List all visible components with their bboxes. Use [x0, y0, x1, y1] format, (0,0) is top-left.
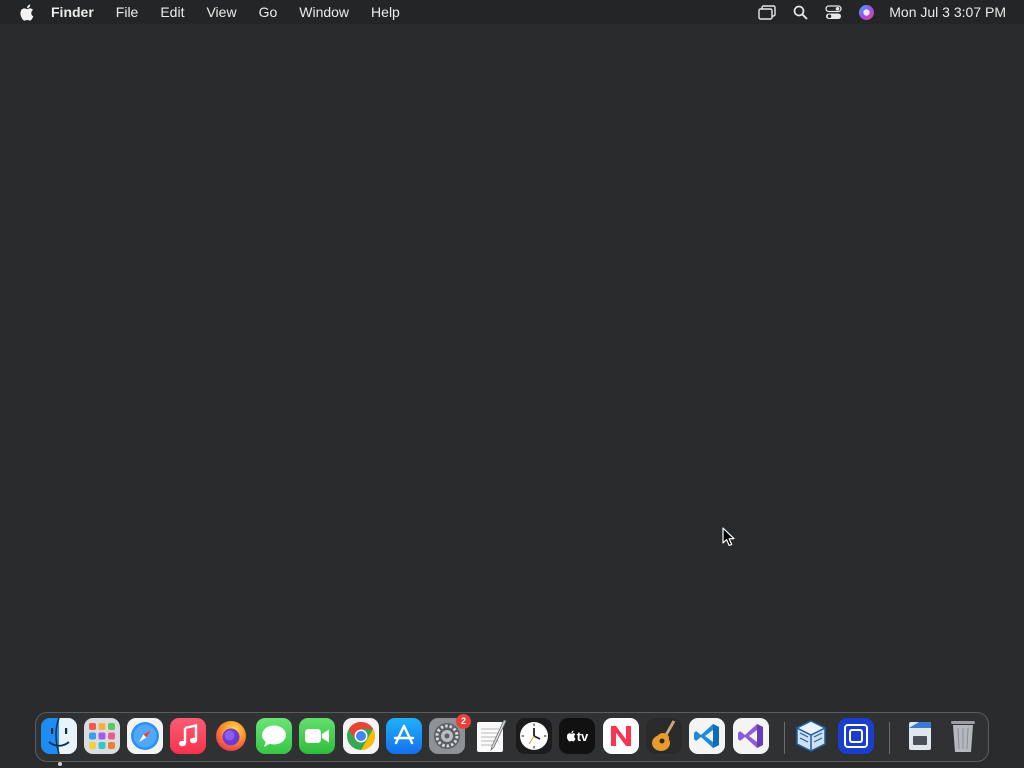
- menu-bar-left: Finder File Edit View Go Window Help: [0, 0, 422, 24]
- stage-manager-icon[interactable]: [756, 1, 778, 23]
- menu-bar-clock[interactable]: Mon Jul 3 3:07 PM: [889, 4, 1006, 20]
- dock-divider-trash: [889, 722, 890, 754]
- control-center-icon[interactable]: [822, 1, 844, 23]
- menu-window[interactable]: Window: [299, 4, 349, 20]
- music-icon: [170, 718, 206, 754]
- menu-edit[interactable]: Edit: [160, 4, 184, 20]
- messages-icon: [256, 718, 292, 754]
- trash-icon: [945, 718, 981, 754]
- firefox-icon: [213, 718, 249, 754]
- virtualbox-icon: [793, 718, 829, 754]
- dock-messages[interactable]: [256, 718, 294, 756]
- news-icon: [603, 718, 639, 754]
- visual-studio-icon: [733, 718, 769, 754]
- clock-icon: [516, 718, 552, 754]
- menu-bar: Finder File Edit View Go Window Help Mon…: [0, 0, 1024, 24]
- garageband-icon: [646, 718, 682, 754]
- textedit-icon: [473, 718, 509, 754]
- dock-safari[interactable]: [127, 718, 165, 756]
- dock-virtualbox[interactable]: [793, 718, 831, 756]
- dock-finder[interactable]: [41, 718, 79, 766]
- dock-news[interactable]: [603, 718, 641, 756]
- apple-tv-icon: tv: [559, 718, 595, 754]
- screen-sharing-icon: [838, 718, 874, 754]
- dock-visual-studio[interactable]: [733, 718, 771, 756]
- dock-clock[interactable]: [516, 718, 554, 756]
- safari-icon: [127, 718, 163, 754]
- dock-chrome[interactable]: [343, 718, 381, 756]
- menu-view[interactable]: View: [206, 4, 236, 20]
- preview-document-icon: [902, 718, 938, 754]
- vscode-icon: [689, 718, 725, 754]
- menu-file[interactable]: File: [116, 4, 139, 20]
- menu-app-finder[interactable]: Finder: [51, 4, 94, 20]
- dock-music[interactable]: [170, 718, 208, 756]
- dock-preview[interactable]: [902, 718, 940, 756]
- notification-badge: 2: [456, 714, 471, 729]
- dock-divider: [784, 722, 785, 754]
- app-store-icon: [386, 718, 422, 754]
- siri-icon[interactable]: [855, 1, 877, 23]
- chrome-icon: [343, 718, 379, 754]
- dock-textedit[interactable]: [473, 718, 511, 756]
- dock-vscode[interactable]: [689, 718, 727, 756]
- dock-system-settings[interactable]: 2: [429, 714, 471, 756]
- spotlight-search-icon[interactable]: [789, 1, 811, 23]
- apple-tv-label: tv: [576, 728, 589, 744]
- dock-screen-sharing[interactable]: [838, 718, 876, 756]
- menu-bar-right: Mon Jul 3 3:07 PM: [745, 0, 1024, 24]
- launchpad-icon: [84, 718, 120, 754]
- desktop[interactable]: [0, 24, 1024, 712]
- menu-go[interactable]: Go: [259, 4, 278, 20]
- dock: 2 tv: [35, 712, 989, 766]
- finder-icon: [41, 718, 77, 754]
- dock-firefox[interactable]: [213, 718, 251, 756]
- menu-help[interactable]: Help: [371, 4, 400, 20]
- facetime-icon: [299, 718, 335, 754]
- dock-app-store[interactable]: [386, 718, 424, 756]
- mouse-pointer-icon: [722, 527, 736, 547]
- dock-launchpad[interactable]: [84, 718, 122, 756]
- apple-icon[interactable]: [15, 0, 37, 24]
- dock-facetime[interactable]: [299, 718, 337, 756]
- dock-apple-tv[interactable]: tv: [559, 718, 597, 756]
- dock-trash[interactable]: [945, 718, 983, 756]
- dock-garageband[interactable]: [646, 718, 684, 756]
- running-indicator: [58, 762, 62, 766]
